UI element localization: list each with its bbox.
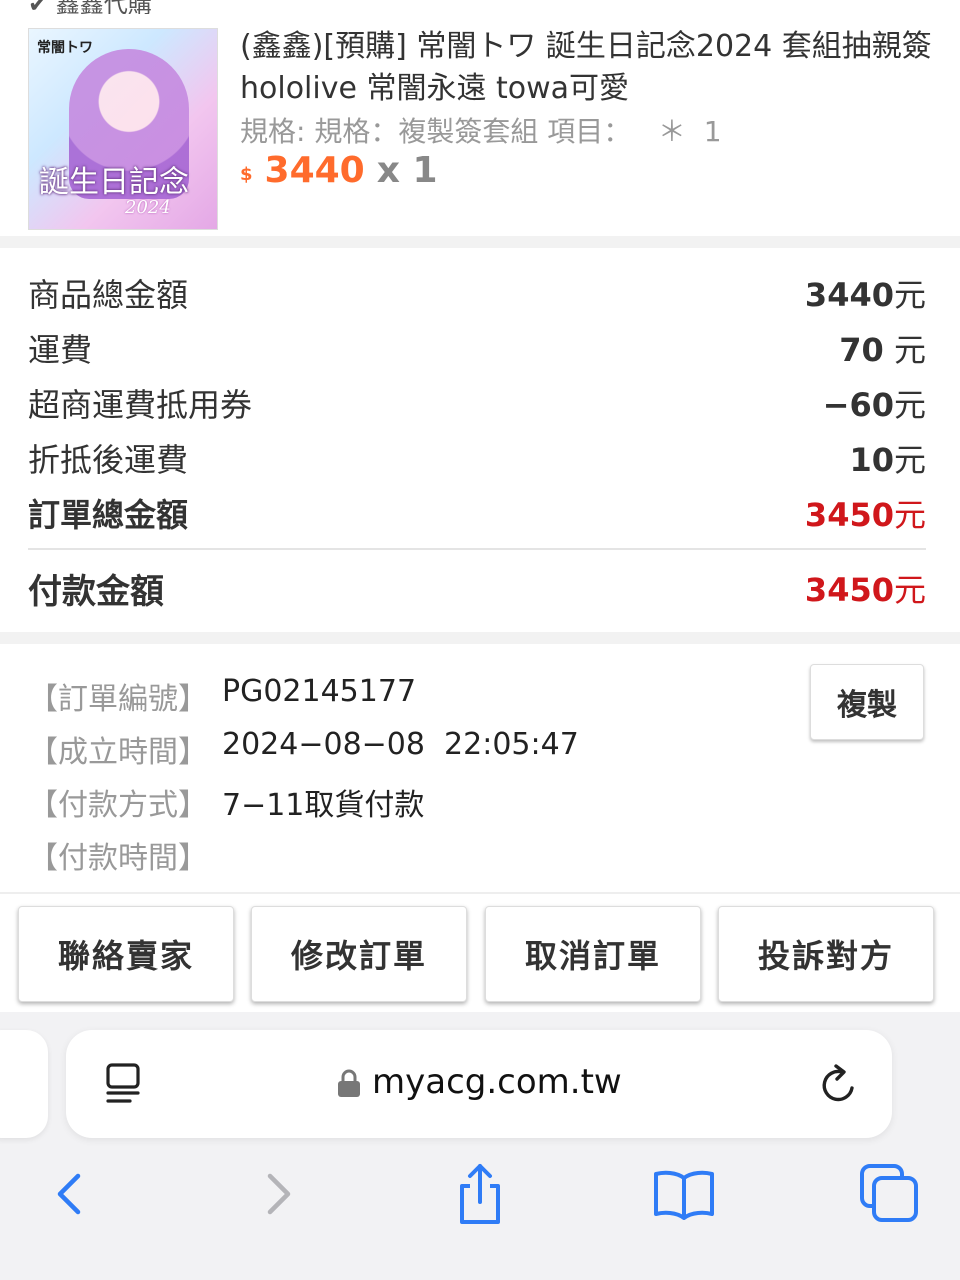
- share-icon[interactable]: [448, 1162, 512, 1226]
- product-spec: 規格: 規格：複製簽套組 項目： ＊ 1: [240, 115, 722, 148]
- payment-method-row: 【付款方式】 7−11取貨付款: [28, 780, 424, 824]
- section-divider: [0, 236, 960, 248]
- section-divider: [0, 632, 960, 644]
- amount: −60: [822, 386, 894, 424]
- created-time: 2024−08−08 22:05:47: [222, 727, 579, 762]
- thumbnail-caption: 誕生日記念: [39, 165, 189, 200]
- summary-divider: [28, 548, 926, 550]
- order-summary: 商品總金額 3440元 運費 70 元 超商運費抵用券 −60元 折抵後運費 1…: [0, 248, 960, 632]
- quantity: x 1: [376, 150, 438, 191]
- info-label: 【付款方式】: [28, 788, 208, 823]
- order-actions: 聯絡賣家 修改訂單 取消訂單 投訴對方: [0, 894, 960, 1012]
- tabs-icon[interactable]: [858, 1162, 922, 1226]
- bookmarks-icon[interactable]: [652, 1162, 716, 1226]
- currency-symbol: $: [240, 164, 253, 185]
- lock-icon: [338, 1069, 360, 1097]
- summary-label: 訂單總金額: [28, 496, 189, 534]
- order-total-row: 訂單總金額 3450元: [28, 486, 926, 540]
- unit: 元: [893, 496, 926, 534]
- unit: 元: [893, 386, 926, 424]
- info-label: 【訂單編號】: [28, 682, 208, 717]
- product-title[interactable]: (鑫鑫)[預購] 常闇トワ 誕生日記念2024 套組抽親簽 hololive 常…: [240, 26, 940, 110]
- unit: 元: [883, 331, 926, 369]
- coupon-row: 超商運費抵用券 −60元: [28, 376, 926, 430]
- created-time-row: 【成立時間】 2024−08−08 22:05:47: [28, 727, 579, 771]
- contact-seller-button[interactable]: 聯絡賣家: [18, 906, 234, 1002]
- payment-label: 付款金額: [28, 571, 164, 612]
- net-shipping-row: 折抵後運費 10元: [28, 431, 926, 485]
- summary-label: 超商運費抵用券: [28, 386, 253, 424]
- info-label: 【成立時間】: [28, 735, 208, 770]
- amount: 3450: [804, 496, 894, 534]
- reload-icon[interactable]: [816, 1062, 862, 1108]
- top-strip: ✔ 鑫鑫代購: [0, 0, 960, 14]
- order-number-row: 【訂單編號】 PG02145177: [28, 674, 416, 718]
- amount: 70: [839, 331, 884, 369]
- amount: 3440: [804, 276, 894, 314]
- summary-value: 10元: [849, 435, 926, 481]
- summary-label: 商品總金額: [28, 276, 189, 314]
- unit: 元: [893, 571, 926, 609]
- payment-time-row: 【付款時間】: [28, 833, 222, 877]
- product-thumbnail[interactable]: 常闇トワ 誕生日記念 2024: [28, 28, 218, 230]
- summary-label: 運費: [28, 331, 93, 369]
- url-text[interactable]: myacg.com.tw: [372, 1062, 622, 1102]
- shipping-row: 運費 70 元: [28, 321, 926, 375]
- address-bar[interactable]: myacg.com.tw: [66, 1030, 892, 1138]
- info-label: 【付款時間】: [28, 841, 208, 876]
- unit: 元: [893, 441, 926, 479]
- browser-toolbar: myacg.com.tw: [0, 1012, 960, 1280]
- product-item[interactable]: 常闇トワ 誕生日記念 2024 (鑫鑫)[預購] 常闇トワ 誕生日記念2024 …: [0, 14, 960, 236]
- reader-icon[interactable]: [104, 1062, 148, 1106]
- order-info: 【訂單編號】 PG02145177 【成立時間】 2024−08−08 22:0…: [0, 644, 960, 892]
- previous-tab-peek[interactable]: [0, 1030, 48, 1138]
- payment-amount-row: 付款金額 3450元: [28, 558, 926, 618]
- modify-order-button[interactable]: 修改訂單: [251, 906, 467, 1002]
- cancel-order-button[interactable]: 取消訂單: [485, 906, 701, 1002]
- unit: 元: [893, 276, 926, 314]
- summary-value: −60元: [823, 380, 926, 426]
- product-price: $3440 x 1: [240, 150, 438, 191]
- payment-value: 3450元: [805, 565, 926, 611]
- summary-value: 70 元: [839, 325, 926, 371]
- forward-icon[interactable]: [246, 1162, 310, 1226]
- thumbnail-year: 2024: [125, 197, 171, 218]
- subtotal-row: 商品總金額 3440元: [28, 266, 926, 320]
- shop-name-cutoff: ✔ 鑫鑫代購: [28, 0, 152, 14]
- amount: 3450: [804, 571, 894, 609]
- amount: 10: [849, 441, 894, 479]
- price-value: 3440: [264, 150, 365, 191]
- copy-button[interactable]: 複製: [810, 664, 924, 740]
- summary-value: 3450元: [805, 490, 926, 536]
- payment-method: 7−11取貨付款: [222, 788, 425, 823]
- summary-value: 3440元: [805, 270, 926, 316]
- thumbnail-logo: 常闇トワ: [37, 40, 93, 56]
- report-seller-button[interactable]: 投訴對方: [718, 906, 934, 1002]
- order-number: PG02145177: [222, 674, 417, 709]
- back-icon[interactable]: [38, 1162, 102, 1226]
- summary-label: 折抵後運費: [28, 441, 189, 479]
